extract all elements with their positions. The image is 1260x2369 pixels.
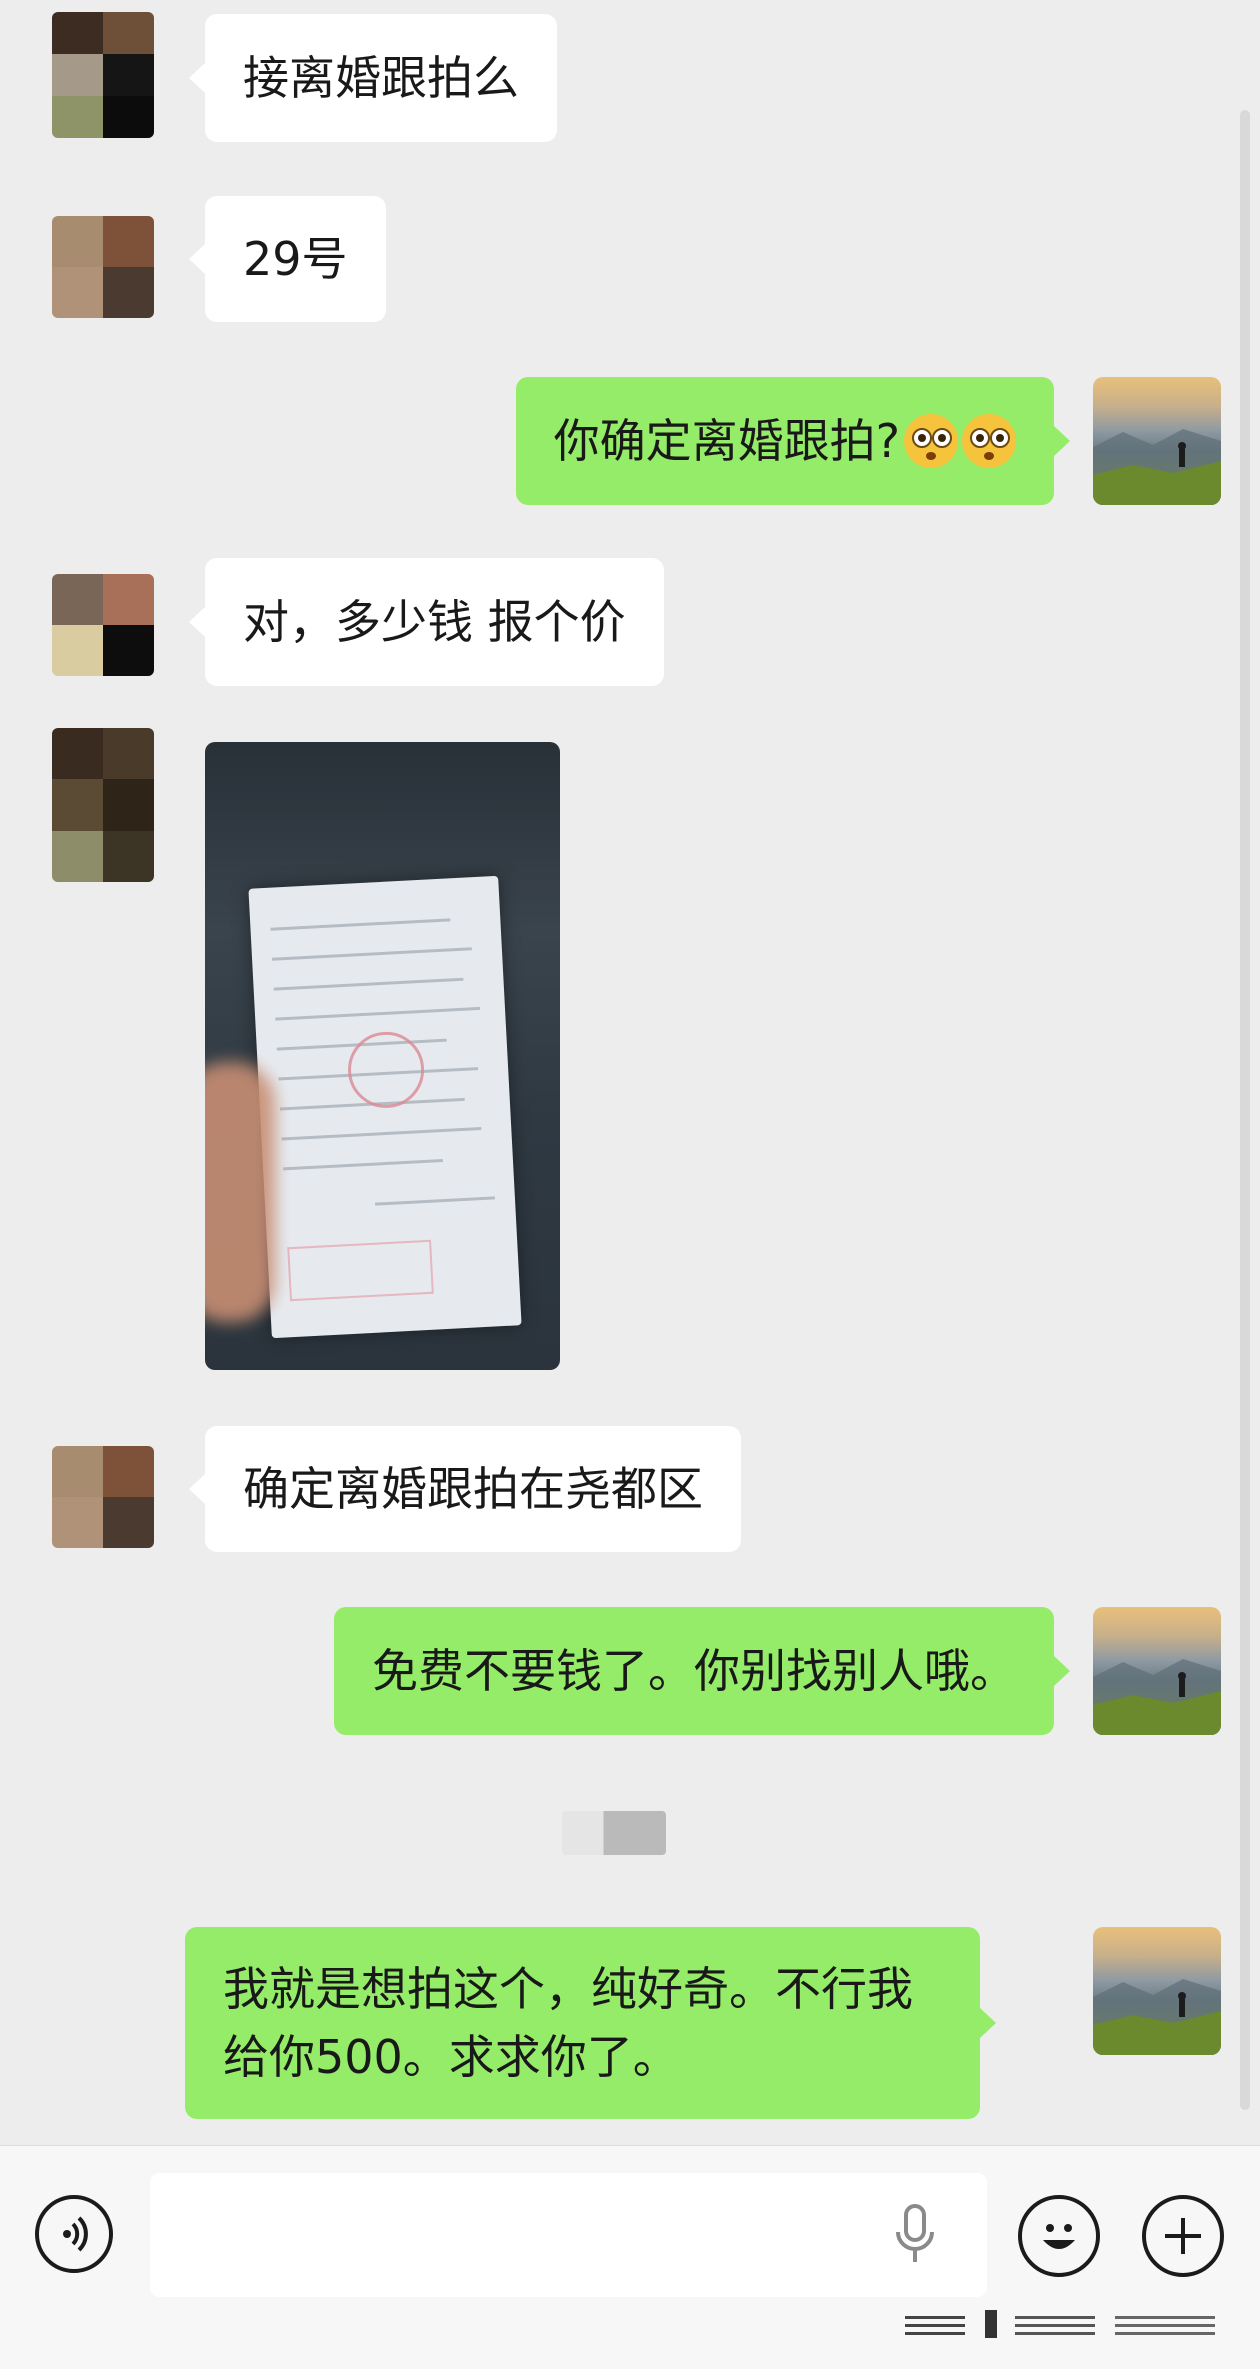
contact-avatar[interactable] <box>52 728 154 882</box>
hand <box>205 1062 275 1322</box>
message-text: 免费不要钱了。你别找别人哦。 <box>372 1644 1016 1698</box>
message-input[interactable] <box>150 2173 987 2297</box>
message-bubble[interactable]: 你确定离婚跟拍? <box>515 377 1071 505</box>
emoji-icon[interactable] <box>1018 2195 1100 2277</box>
message-text: 29号 <box>243 232 348 286</box>
message-bubble[interactable]: 我就是想拍这个，纯好奇。不行我给你500。求求你了。 <box>185 1927 996 2119</box>
mountain-hiker-icon <box>1093 1979 1221 2055</box>
message-text: 我就是想拍这个，纯好奇。不行我给你500。求求你了。 <box>223 1962 913 2084</box>
plus-icon[interactable] <box>1142 2195 1224 2277</box>
mountain-hiker-icon <box>1093 1659 1221 1735</box>
image-message[interactable] <box>205 742 560 1370</box>
message-bubble[interactable]: 免费不要钱了。你别找别人哦。 <box>334 1607 1070 1735</box>
flushed-face-icon <box>904 414 958 468</box>
voice-mode-icon[interactable] <box>35 2195 113 2273</box>
flushed-face-icon <box>962 414 1016 468</box>
message-text: 确定离婚跟拍在尧都区 <box>243 1462 703 1516</box>
my-avatar[interactable] <box>1093 1927 1221 2055</box>
scrollbar[interactable] <box>1240 110 1250 2110</box>
message-text: 你确定离婚跟拍? <box>553 414 900 468</box>
contact-avatar[interactable] <box>52 574 154 676</box>
my-avatar[interactable] <box>1093 1607 1221 1735</box>
message-text: 接离婚跟拍么 <box>243 51 519 105</box>
contact-avatar[interactable] <box>52 12 154 138</box>
message-bubble[interactable]: 接离婚跟拍么 <box>189 14 557 142</box>
watermark <box>905 2310 1215 2338</box>
mountain-hiker-icon <box>1093 429 1221 505</box>
red-stamp-icon <box>287 1239 434 1302</box>
timestamp-divider <box>562 1811 666 1855</box>
contact-avatar[interactable] <box>52 1446 154 1548</box>
message-bubble[interactable]: 对，多少钱 报个价 <box>189 558 664 686</box>
document-paper <box>248 875 522 1339</box>
my-avatar[interactable] <box>1093 377 1221 505</box>
contact-avatar[interactable] <box>52 216 154 318</box>
message-text: 对，多少钱 报个价 <box>243 595 626 649</box>
message-bubble[interactable]: 确定离婚跟拍在尧都区 <box>189 1426 741 1552</box>
message-bubble[interactable]: 29号 <box>189 196 386 322</box>
microphone-icon[interactable] <box>893 2204 937 2268</box>
